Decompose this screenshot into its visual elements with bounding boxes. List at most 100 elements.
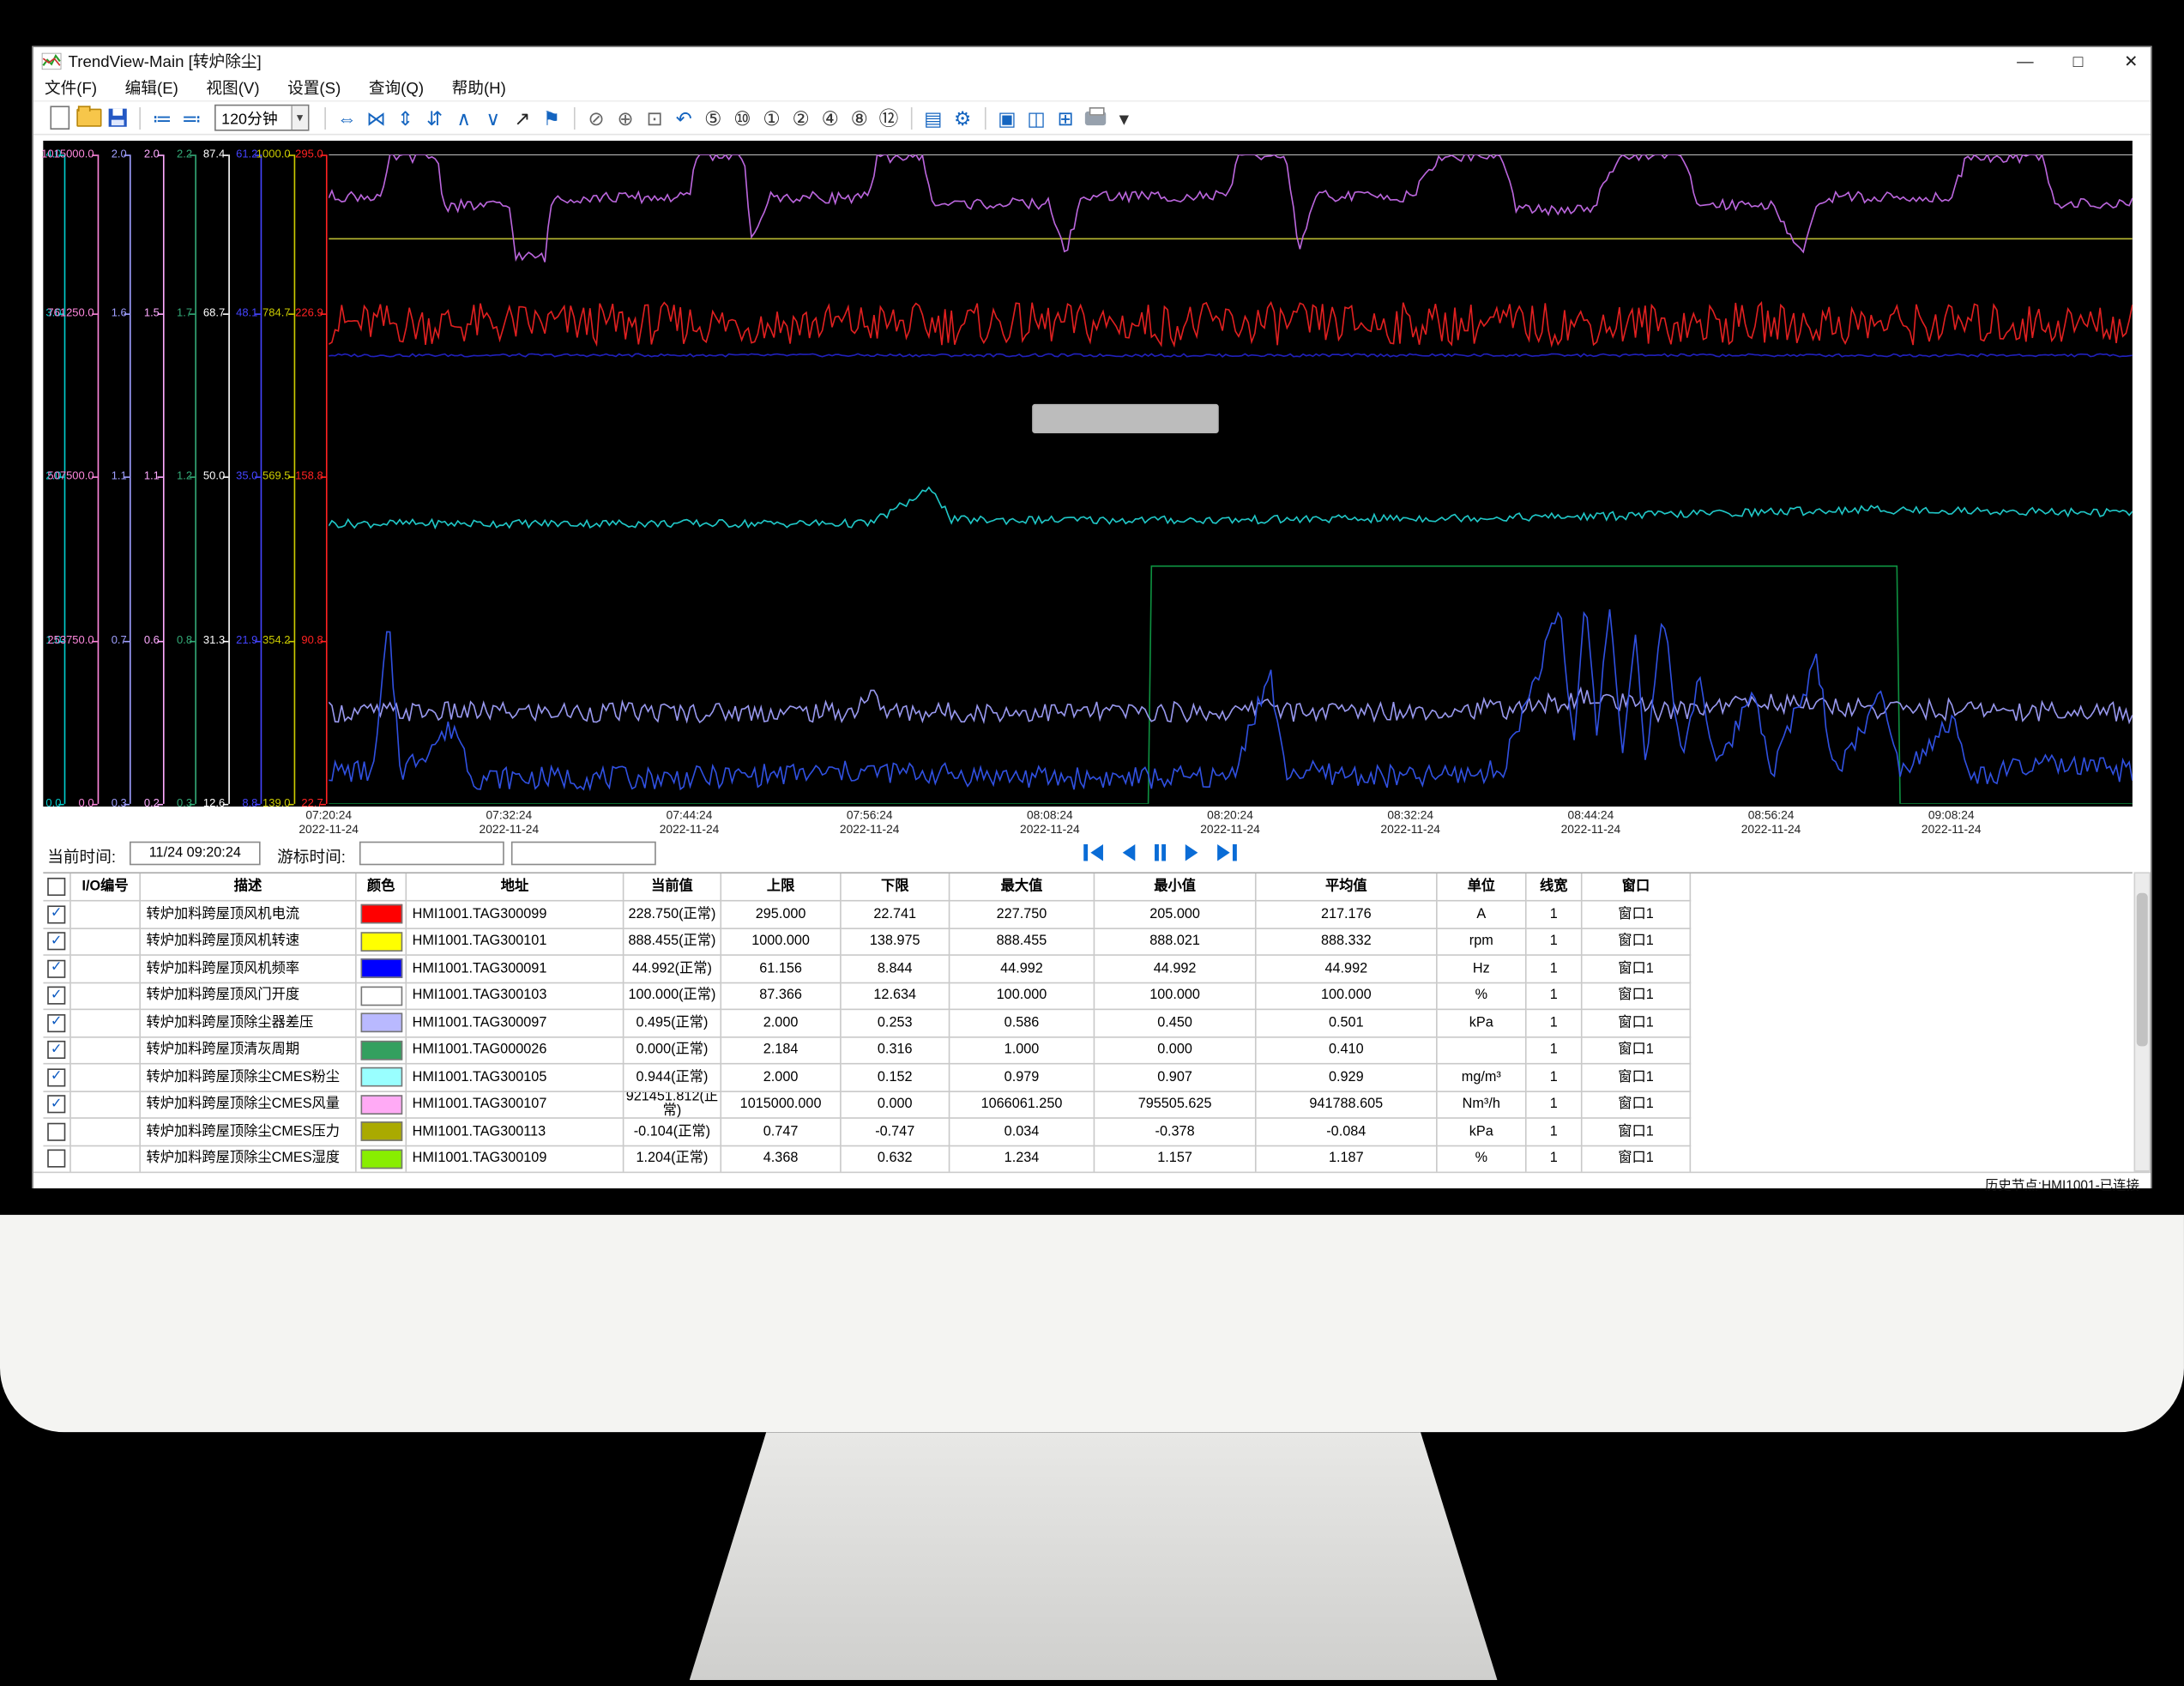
cell-max: 0.034: [950, 1119, 1095, 1146]
skip-to-end-button[interactable]: [1217, 843, 1237, 862]
cell-desc: 转炉加料跨屋顶风门开度: [141, 983, 357, 1011]
table-row[interactable]: ✓转炉加料跨屋顶风机频率HMI1001.TAG30009144.992(正常)6…: [43, 956, 2133, 983]
menu-item-3[interactable]: 设置(S): [287, 76, 341, 98]
cell-addr: HMI1001.TAG300097: [407, 1010, 624, 1037]
cell-line_width: 1: [1527, 1119, 1583, 1146]
row-checkbox[interactable]: ✓: [47, 1096, 65, 1114]
time-range-select[interactable]: 120分钟▾: [214, 105, 309, 131]
chart-area[interactable]: 4.03.02.01.00.01015000.0761250.0507500.0…: [43, 141, 2133, 807]
minimize-button[interactable]: —: [2014, 51, 2036, 70]
cell-upper: 87.366: [721, 983, 842, 1011]
toolbar-separator: [324, 106, 326, 129]
table-row[interactable]: ✓转炉加料跨屋顶除尘器差压HMI1001.TAG3000970.495(正常)2…: [43, 1010, 2133, 1037]
tag-group-icon[interactable]: ≕: [177, 104, 206, 131]
expand-horizontal-icon[interactable]: ⇔: [332, 104, 361, 131]
menu-item-1[interactable]: 编辑(E): [125, 76, 178, 98]
row-checkbox[interactable]: ✓: [47, 1068, 65, 1086]
preset-4h-icon[interactable]: ④: [816, 104, 845, 131]
preset-1h-icon[interactable]: ①: [757, 104, 787, 131]
zoom-icon[interactable]: ⊕: [611, 104, 640, 131]
row-checkbox[interactable]: ✓: [47, 987, 65, 1005]
row-checkbox[interactable]: ✓: [47, 905, 65, 923]
row-checkbox[interactable]: ✓: [47, 1041, 65, 1059]
cell-color: [357, 1010, 407, 1037]
row-checkbox[interactable]: [47, 1150, 65, 1168]
preset-10min-icon[interactable]: ⑩: [727, 104, 757, 131]
print-icon[interactable]: [1080, 104, 1109, 131]
cell-window: 窗口1: [1583, 1091, 1692, 1119]
shift-down-icon[interactable]: ∨: [479, 104, 508, 131]
menu-bar: 文件(F) 编辑(E) 视图(V) 设置(S) 查询(Q) 帮助(H): [33, 74, 2151, 101]
cell-avg: 0.929: [1257, 1065, 1438, 1092]
row-checkbox[interactable]: ✓: [47, 1014, 65, 1032]
undo-icon[interactable]: ↶: [669, 104, 698, 131]
table-row[interactable]: ✓转炉加料跨屋顶风门开度HMI1001.TAG300103100.000(正常)…: [43, 983, 2133, 1011]
cell-max: 1066061.250: [950, 1091, 1095, 1119]
select-all-checkbox[interactable]: [47, 878, 65, 896]
maximize-button[interactable]: □: [2067, 51, 2090, 70]
layout-single-icon[interactable]: ▣: [992, 104, 1022, 131]
menu-item-2[interactable]: 视图(V): [206, 76, 259, 98]
table-row[interactable]: ✓转炉加料跨屋顶清灰周期HMI1001.TAG0000260.000(正常)2.…: [43, 1037, 2133, 1065]
shift-up-icon[interactable]: ∧: [449, 104, 479, 131]
scrollbar-thumb[interactable]: [2137, 893, 2148, 1047]
print-icon: [1084, 111, 1105, 124]
data-panel-icon[interactable]: ▤: [919, 104, 948, 131]
menu-item-0[interactable]: 文件(F): [45, 76, 97, 98]
y-axis-1-tick-label: 253750.0: [47, 635, 94, 646]
step-back-button[interactable]: [1123, 843, 1136, 862]
skip-to-start-button[interactable]: [1083, 843, 1103, 862]
table-row[interactable]: ✓转炉加料跨屋顶除尘CMES粉尘HMI1001.TAG3001050.944(正…: [43, 1065, 2133, 1092]
table-row[interactable]: 转炉加料跨屋顶除尘CMES压力HMI1001.TAG300113-0.104(正…: [43, 1119, 2133, 1146]
y-axis-7: [293, 154, 295, 804]
marker-flag-icon[interactable]: ⚑: [537, 104, 566, 131]
y-axis-2-tick-label: 0.7: [112, 635, 127, 646]
cell-line_width: 1: [1527, 1065, 1583, 1092]
table-scrollbar[interactable]: [2134, 872, 2151, 1171]
layout-split-icon[interactable]: ◫: [1022, 104, 1051, 131]
y-axis-8: [326, 154, 328, 804]
row-checkbox[interactable]: [47, 1122, 65, 1140]
preset-12h-icon[interactable]: ⑫: [874, 104, 903, 131]
trend-plot[interactable]: [329, 154, 2133, 804]
disable-cursor-icon[interactable]: ⊘: [582, 104, 611, 131]
preset-5min-icon[interactable]: ⑤: [698, 104, 727, 131]
menu-item-4[interactable]: 查询(Q): [369, 76, 424, 98]
expand-vertical-icon[interactable]: ⇕: [390, 104, 419, 131]
preset-2h-icon[interactable]: ②: [787, 104, 816, 131]
table-row[interactable]: ✓转炉加料跨屋顶风机电流HMI1001.TAG300099228.750(正常)…: [43, 902, 2133, 929]
row-checkbox[interactable]: ✓: [47, 959, 65, 977]
cursor-time-input[interactable]: [359, 842, 504, 866]
table-row[interactable]: ✓转炉加料跨屋顶除尘CMES风量HMI1001.TAG300107921451.…: [43, 1091, 2133, 1119]
save-icon: [109, 109, 127, 127]
menu-item-5[interactable]: 帮助(H): [452, 76, 506, 98]
cell-unit: Hz: [1438, 956, 1527, 983]
settings-gear-icon[interactable]: ⚙: [948, 104, 977, 131]
color-swatch: [360, 1149, 402, 1169]
cell-checked: ✓: [43, 1010, 70, 1037]
save-icon[interactable]: [103, 104, 132, 131]
new-file-icon[interactable]: [45, 104, 74, 131]
pointer-cursor-icon[interactable]: ↗: [508, 104, 537, 131]
cursor-time-input-2[interactable]: [511, 842, 656, 866]
layout-grid-icon[interactable]: ⊞: [1051, 104, 1080, 131]
compress-horizontal-icon[interactable]: ⋈: [361, 104, 390, 131]
compress-vertical-icon[interactable]: ⇵: [420, 104, 449, 131]
open-file-icon[interactable]: [74, 104, 103, 131]
preset-8h-icon[interactable]: ⑧: [845, 104, 874, 131]
step-forward-button[interactable]: [1186, 843, 1198, 862]
cell-lower: 8.844: [842, 956, 950, 983]
tag-list-icon[interactable]: ≔: [148, 104, 177, 131]
table-row[interactable]: ✓转炉加料跨屋顶风机转速HMI1001.TAG300101888.455(正常)…: [43, 928, 2133, 956]
cell-window: 窗口1: [1583, 902, 1692, 929]
close-button[interactable]: ✕: [2120, 51, 2142, 70]
cell-unit: Nm³/h: [1438, 1091, 1527, 1119]
row-checkbox[interactable]: ✓: [47, 933, 65, 951]
y-axis-3: [162, 154, 164, 804]
fit-view-icon[interactable]: ⊡: [640, 104, 669, 131]
print-options-caret[interactable]: ▾: [1109, 104, 1138, 131]
table-row[interactable]: 转炉加料跨屋顶除尘CMES湿度HMI1001.TAG3001091.204(正常…: [43, 1145, 2133, 1171]
x-tick-0: 07:20:242022-11-24: [266, 808, 391, 836]
current-time-input[interactable]: [130, 842, 261, 866]
pause-button[interactable]: [1155, 843, 1166, 862]
